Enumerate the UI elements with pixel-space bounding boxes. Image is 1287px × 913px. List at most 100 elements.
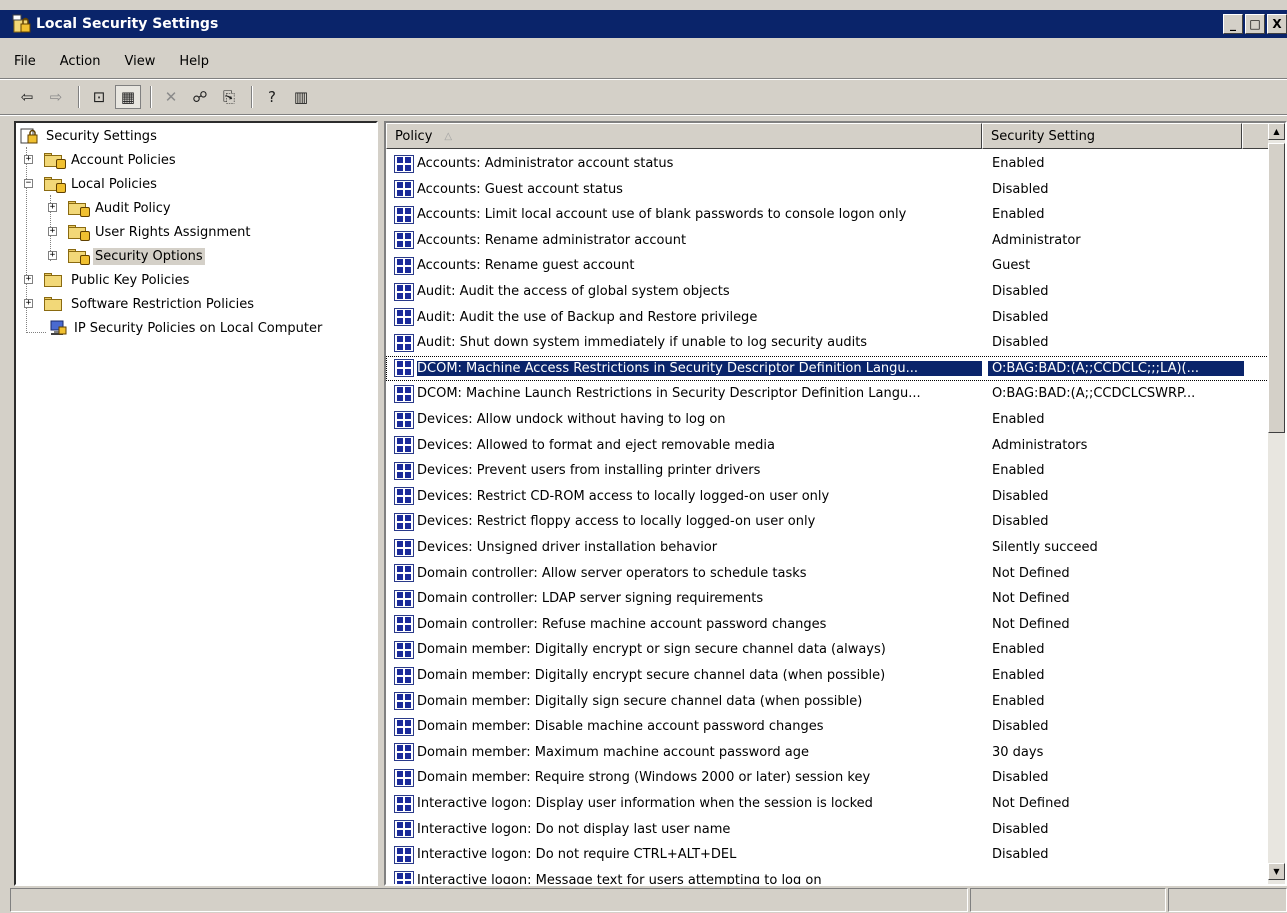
tree-item-ip-security-policies[interactable]: IP Security Policies on Local Computer	[48, 317, 324, 339]
table-row[interactable]: Accounts: Rename administrator account Ad…	[386, 228, 1271, 253]
tree-item-audit-policy[interactable]: + Audit Policy	[48, 197, 173, 219]
policy-icon	[394, 231, 414, 250]
title-bar[interactable]: Local Security Settings _ □ X	[0, 10, 1287, 38]
vertical-scrollbar[interactable]: ▲ ▼	[1268, 123, 1285, 884]
table-row[interactable]: Domain controller: Refuse machine accoun…	[386, 612, 1271, 637]
tree-item-public-key-policies[interactable]: + Public Key Policies	[24, 269, 191, 291]
tree-pane[interactable]: Security Settings + Account Policies − L…	[14, 121, 378, 886]
table-row[interactable]: DCOM: Machine Access Restrictions in Sec…	[386, 355, 1271, 381]
ip-security-icon	[48, 319, 68, 337]
tree-item-security-settings[interactable]: Security Settings	[20, 125, 159, 147]
table-row[interactable]: Domain member: Digitally encrypt or sign…	[386, 637, 1271, 662]
table-row[interactable]: Interactive logon: Display user informat…	[386, 791, 1271, 816]
security-settings-icon	[20, 127, 40, 145]
table-row[interactable]: Accounts: Administrator account status En…	[386, 151, 1271, 176]
menu-view[interactable]: View	[110, 54, 165, 69]
security-setting-value: Disabled	[992, 770, 1049, 786]
table-row[interactable]: Accounts: Rename guest account Guest	[386, 253, 1271, 278]
forward-icon[interactable]: ⇨	[43, 85, 69, 109]
security-setting-value: Enabled	[992, 668, 1045, 683]
table-row[interactable]: Devices: Restrict floppy access to local…	[386, 509, 1271, 534]
folder-icon	[44, 273, 64, 287]
menu-action[interactable]: Action	[46, 54, 111, 69]
menu-help[interactable]: Help	[165, 54, 219, 69]
table-row[interactable]: Interactive logon: Do not display last u…	[386, 817, 1271, 842]
policy-icon	[394, 512, 414, 531]
security-setting-value: Disabled	[992, 821, 1049, 837]
table-row[interactable]: Devices: Allowed to format and eject rem…	[386, 433, 1271, 458]
expand-icon[interactable]: +	[24, 155, 33, 164]
minimize-button[interactable]: _	[1223, 14, 1243, 34]
table-row[interactable]: Devices: Unsigned driver installation be…	[386, 535, 1271, 560]
back-icon[interactable]: ⇦	[14, 85, 40, 109]
policy-name: Accounts: Limit local account use of bla…	[417, 207, 907, 223]
tree-item-local-policies[interactable]: − Local Policies	[24, 173, 159, 195]
expand-icon[interactable]: +	[48, 227, 57, 236]
table-row[interactable]: Devices: Restrict CD-ROM access to local…	[386, 484, 1271, 509]
expand-icon[interactable]: +	[24, 275, 33, 284]
tree-item-security-options[interactable]: + Security Options	[48, 245, 205, 267]
maximize-button[interactable]: □	[1245, 14, 1265, 34]
column-header-security-setting[interactable]: Security Setting	[982, 123, 1242, 149]
table-row[interactable]: DCOM: Machine Launch Restrictions in Sec…	[386, 381, 1271, 406]
tree-label: Public Key Policies	[71, 272, 190, 288]
collapse-icon[interactable]: −	[24, 179, 33, 188]
table-row[interactable]: Audit: Shut down system immediately if u…	[386, 330, 1271, 355]
policy-icon	[394, 308, 414, 327]
tree-item-software-restriction-policies[interactable]: + Software Restriction Policies	[24, 293, 256, 315]
table-row[interactable]: Interactive logon: Do not require CTRL+A…	[386, 842, 1271, 867]
scroll-up-button[interactable]: ▲	[1268, 123, 1285, 140]
expand-icon[interactable]: +	[24, 299, 33, 308]
table-row[interactable]: Domain member: Digitally encrypt secure …	[386, 663, 1271, 688]
help-icon[interactable]: ?	[259, 85, 285, 109]
policy-icon	[394, 282, 414, 301]
menu-file[interactable]: File	[0, 54, 46, 69]
policy-icon	[394, 564, 414, 583]
locked-folder-icon	[68, 225, 90, 241]
table-row[interactable]: Accounts: Guest account status Disabled	[386, 177, 1271, 202]
policy-icon	[394, 640, 414, 659]
security-setting-value: Enabled	[992, 207, 1045, 223]
tree-item-user-rights-assignment[interactable]: + User Rights Assignment	[48, 221, 252, 243]
table-row[interactable]: Interactive logon: Message text for user…	[386, 868, 1271, 884]
status-panel-3	[1168, 888, 1287, 912]
table-row[interactable]: Domain member: Require strong (Windows 2…	[386, 765, 1271, 790]
scroll-thumb[interactable]	[1268, 143, 1285, 433]
table-row[interactable]: Devices: Prevent users from installing p…	[386, 458, 1271, 483]
close-button[interactable]: X	[1267, 14, 1287, 34]
policy-icon	[394, 154, 414, 173]
table-row[interactable]: Domain controller: LDAP server signing r…	[386, 586, 1271, 611]
show-hide-tree-icon[interactable]: ▦	[115, 85, 141, 109]
table-row[interactable]: Devices: Allow undock without having to …	[386, 407, 1271, 432]
export-list-icon[interactable]: ⎘	[216, 85, 242, 109]
delete-icon[interactable]: ✕	[158, 85, 184, 109]
policy-name: Domain member: Require strong (Windows 2…	[417, 770, 871, 786]
policy-name: Interactive logon: Display user informat…	[417, 796, 873, 811]
table-row[interactable]: Audit: Audit the use of Backup and Resto…	[386, 305, 1271, 330]
policy-name: Devices: Allowed to format and eject rem…	[417, 437, 775, 453]
table-row[interactable]: Accounts: Limit local account use of bla…	[386, 202, 1271, 227]
scroll-down-button[interactable]: ▼	[1268, 863, 1285, 880]
tree-label: Account Policies	[71, 152, 176, 168]
policy-icon	[394, 768, 414, 787]
table-row[interactable]: Domain member: Disable machine account p…	[386, 714, 1271, 739]
policy-name: Audit: Audit the use of Backup and Resto…	[417, 309, 758, 325]
action-pane-icon[interactable]: ▥	[288, 85, 314, 109]
table-row[interactable]: Domain controller: Allow server operator…	[386, 561, 1271, 586]
tree-item-account-policies[interactable]: + Account Policies	[24, 149, 178, 171]
policy-icon	[394, 205, 414, 224]
properties-icon[interactable]: ☍	[187, 85, 213, 109]
policy-list-pane[interactable]: Policy △ Security Setting Accounts: Admi…	[384, 121, 1287, 886]
list-header: Policy △ Security Setting	[386, 123, 1271, 149]
policy-name: Accounts: Rename guest account	[417, 258, 635, 274]
column-header-policy[interactable]: Policy △	[386, 123, 982, 149]
policy-icon	[394, 666, 414, 685]
table-row[interactable]: Domain member: Digitally sign secure cha…	[386, 689, 1271, 714]
policy-icon	[394, 692, 414, 711]
expand-icon[interactable]: +	[48, 203, 57, 212]
table-row[interactable]: Audit: Audit the access of global system…	[386, 279, 1271, 304]
expand-icon[interactable]: +	[48, 251, 57, 260]
up-one-level-icon[interactable]: ⊡	[86, 85, 112, 109]
table-row[interactable]: Domain member: Maximum machine account p…	[386, 740, 1271, 765]
security-setting-value: Enabled	[992, 693, 1045, 709]
